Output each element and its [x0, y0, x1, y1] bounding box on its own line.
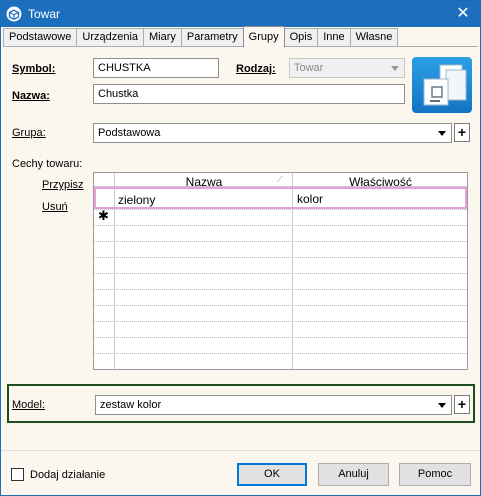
grid-row-line [94, 353, 467, 354]
grupa-select[interactable]: Podstawowa [93, 123, 452, 143]
grid-row-line [94, 257, 467, 258]
chevron-down-icon [438, 403, 446, 408]
close-icon[interactable]: ✕ [452, 4, 474, 24]
features-grid[interactable]: Nazwa ⟋ Właściwość zielony kolor ✱ [93, 172, 468, 370]
dodaj-dzialanie-checkbox[interactable] [11, 468, 24, 481]
usun-link[interactable]: Usuń [42, 201, 68, 213]
boxes-icon [423, 64, 467, 106]
footer-divider [1, 450, 480, 451]
grid-row-line [94, 209, 467, 210]
add-grupa-button[interactable]: + [454, 123, 470, 142]
nazwa-field[interactable]: Chustka [93, 84, 405, 104]
grid-row-line [94, 225, 467, 226]
model-label: Model: [12, 399, 45, 411]
tab-strip: Podstawowe Urządzenia Miary Parametry Gr… [3, 26, 399, 47]
grid-row-line [94, 289, 467, 290]
tab-miary[interactable]: Miary [143, 28, 182, 47]
grupa-label: Grupa: [12, 127, 46, 139]
przypisz-link[interactable]: Przypisz [42, 179, 84, 191]
towar-dialog: Towar ✕ Podstawowe Urządzenia Miary Para… [0, 0, 481, 496]
pomoc-button[interactable]: Pomoc [399, 463, 471, 486]
model-select-value: zestaw kolor [100, 399, 162, 411]
anuluj-button[interactable]: Anuluj [318, 463, 389, 486]
new-row-asterisk-icon: ✱ [98, 208, 109, 223]
tab-podstawowe[interactable]: Podstawowe [3, 28, 78, 47]
tab-opis[interactable]: Opis [283, 28, 319, 47]
chevron-down-icon [391, 66, 399, 71]
grid-row-line [94, 321, 467, 322]
grid-row-line [94, 305, 467, 306]
rodzaj-label-text: Rodzaj: [236, 63, 276, 75]
tab-parametry[interactable]: Parametry [180, 28, 244, 47]
table-cell-wlasciwosc[interactable]: kolor [297, 192, 323, 206]
rodzaj-select[interactable]: Towar [289, 58, 405, 78]
symbol-field[interactable]: CHUSTKA [93, 58, 219, 78]
ok-button[interactable]: OK [237, 463, 307, 486]
table-cell-nazwa[interactable]: zielony [118, 193, 155, 207]
grid-header: Nazwa ⟋ Właściwość [94, 173, 467, 189]
dodaj-dzialanie-label[interactable]: Dodaj działanie [30, 469, 105, 481]
grupa-select-value: Podstawowa [98, 127, 161, 139]
rodzaj-select-value: Towar [294, 62, 324, 74]
sort-icon: ⟋ [277, 175, 283, 184]
grid-row-line [94, 273, 467, 274]
package-icon [6, 6, 22, 22]
tab-inne[interactable]: Inne [317, 28, 351, 47]
column-header-wlasciwosc[interactable]: Właściwość [293, 173, 467, 189]
column-header-nazwa[interactable]: Nazwa [115, 173, 293, 189]
tab-wlasne[interactable]: Własne [349, 28, 399, 47]
window-title: Towar [28, 7, 61, 21]
grupa-label-text: Grupa: [12, 127, 46, 139]
product-logo-icon [412, 57, 472, 113]
symbol-label: Symbol: [12, 63, 56, 75]
cechy-label: Cechy towaru: [12, 158, 83, 170]
grid-row-line [94, 241, 467, 242]
model-select[interactable]: zestaw kolor [95, 395, 452, 415]
chevron-down-icon [438, 131, 446, 136]
rodzaj-label: Rodzaj: [236, 63, 276, 75]
title-bar[interactable]: Towar ✕ [1, 1, 480, 27]
nazwa-label-text: Nazwa: [12, 90, 50, 102]
grid-row-line [94, 337, 467, 338]
model-label-text: Model: [12, 399, 46, 411]
tab-urzadzenia[interactable]: Urządzenia [76, 28, 145, 47]
tab-grupy[interactable]: Grupy [242, 26, 285, 47]
nazwa-label: Nazwa: [12, 90, 50, 102]
add-model-button[interactable]: + [454, 395, 470, 414]
